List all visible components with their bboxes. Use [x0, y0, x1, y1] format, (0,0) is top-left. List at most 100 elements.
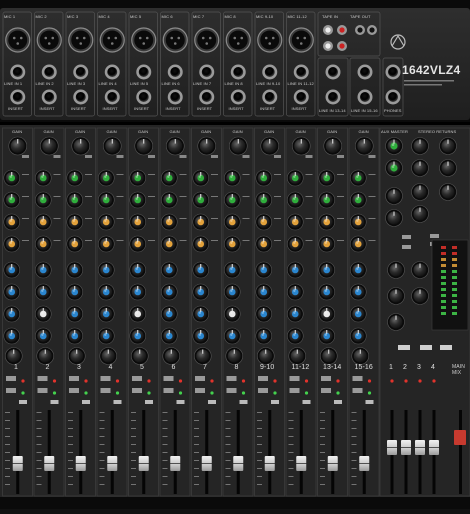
fader-scale	[351, 436, 357, 437]
knob-highlight	[9, 267, 13, 270]
signal-led	[178, 391, 183, 395]
main-mix-label: MAIN MIX	[452, 364, 465, 376]
knob-highlight	[198, 311, 202, 314]
knob-highlight	[135, 289, 139, 292]
knob-highlight	[198, 241, 202, 244]
fader-scale	[351, 412, 357, 413]
knob-highlight	[356, 219, 359, 222]
solo-button	[271, 400, 279, 404]
fader-scale	[5, 452, 10, 453]
mixer-console	[0, 0, 470, 509]
scale-mark	[179, 196, 187, 197]
knob-highlight	[41, 219, 44, 222]
surface-gap	[0, 122, 470, 125]
scale-mark	[305, 240, 313, 241]
fader-scale	[68, 444, 73, 445]
mute-button	[289, 376, 300, 381]
knob	[8, 136, 28, 156]
knob	[3, 305, 21, 323]
scale-mark	[22, 240, 29, 241]
xlr-hole	[39, 30, 59, 50]
model-logo: 1642VLZ4	[402, 63, 461, 77]
solo-button	[132, 388, 142, 393]
insert-jack	[138, 92, 149, 102]
scale-mark	[179, 218, 187, 219]
knob-highlight	[391, 143, 395, 146]
small-button	[148, 155, 155, 158]
rca-center	[325, 27, 331, 33]
fader-scale	[320, 420, 325, 421]
fader-scale	[131, 460, 136, 461]
fader-scale	[351, 460, 357, 461]
fader-slot	[268, 410, 272, 494]
line-in-label: LINE IN 11-12	[287, 81, 314, 86]
fader-scale	[288, 428, 294, 429]
knob	[349, 191, 367, 209]
fader-scale	[225, 436, 231, 437]
fader-scale	[36, 484, 42, 485]
solo-button	[82, 400, 90, 404]
knob-highlight	[167, 289, 170, 292]
knob	[192, 327, 210, 345]
fader-scale	[257, 436, 262, 437]
knob	[3, 191, 21, 209]
channel-number: 2	[45, 364, 50, 371]
knob	[223, 235, 241, 253]
line-jack	[75, 67, 86, 77]
xlr-pin	[47, 42, 51, 45]
scale-mark	[211, 196, 218, 197]
knob	[66, 327, 84, 345]
knob	[160, 305, 178, 323]
knob	[3, 261, 21, 279]
mic-label: MIC 1	[4, 14, 16, 19]
knob-highlight	[198, 267, 202, 270]
knob-highlight	[41, 311, 44, 314]
master-button	[402, 245, 411, 249]
xlr-pin	[299, 42, 303, 45]
signal-led	[21, 391, 25, 395]
scale-mark	[53, 240, 61, 241]
knob-highlight	[167, 267, 170, 270]
fader-scale	[288, 444, 294, 445]
line-jack	[12, 67, 23, 77]
knob-highlight	[135, 241, 139, 244]
fader-scale	[68, 452, 73, 453]
knob	[66, 213, 84, 231]
knob	[286, 235, 304, 253]
knob	[97, 213, 115, 231]
solo-button	[302, 400, 311, 404]
fader-scale	[5, 420, 10, 421]
fader-scale	[5, 460, 10, 461]
stereo-returns-label: STEREO RETURNS	[418, 129, 457, 134]
knob	[66, 169, 84, 187]
fader-scale	[288, 484, 294, 485]
insert-jack	[44, 92, 55, 102]
channel-number: 1	[14, 364, 18, 371]
fader-scale	[99, 420, 105, 421]
knob	[228, 136, 248, 156]
knob	[318, 261, 336, 279]
scale-mark	[242, 218, 250, 219]
knob-highlight	[9, 333, 13, 336]
knob	[3, 327, 21, 345]
knob-highlight	[198, 333, 202, 336]
knob	[318, 305, 336, 323]
fader-scale	[5, 412, 10, 413]
channel-number: 15-16	[354, 364, 373, 371]
scale-mark	[85, 196, 92, 197]
knob	[197, 136, 217, 156]
knob	[160, 283, 178, 301]
knob	[129, 191, 147, 209]
solo-button	[100, 388, 111, 393]
knob-highlight	[9, 241, 13, 244]
knob	[134, 136, 154, 156]
meter-led	[452, 270, 457, 273]
mute-led	[178, 379, 183, 383]
fader-scale	[320, 484, 325, 485]
meter-led	[452, 294, 457, 297]
mic-label: MIC 3	[67, 14, 79, 19]
scale-mark	[368, 218, 376, 219]
knob	[193, 347, 212, 365]
knob-highlight	[72, 197, 76, 200]
channel-number: 11-12	[291, 364, 310, 371]
